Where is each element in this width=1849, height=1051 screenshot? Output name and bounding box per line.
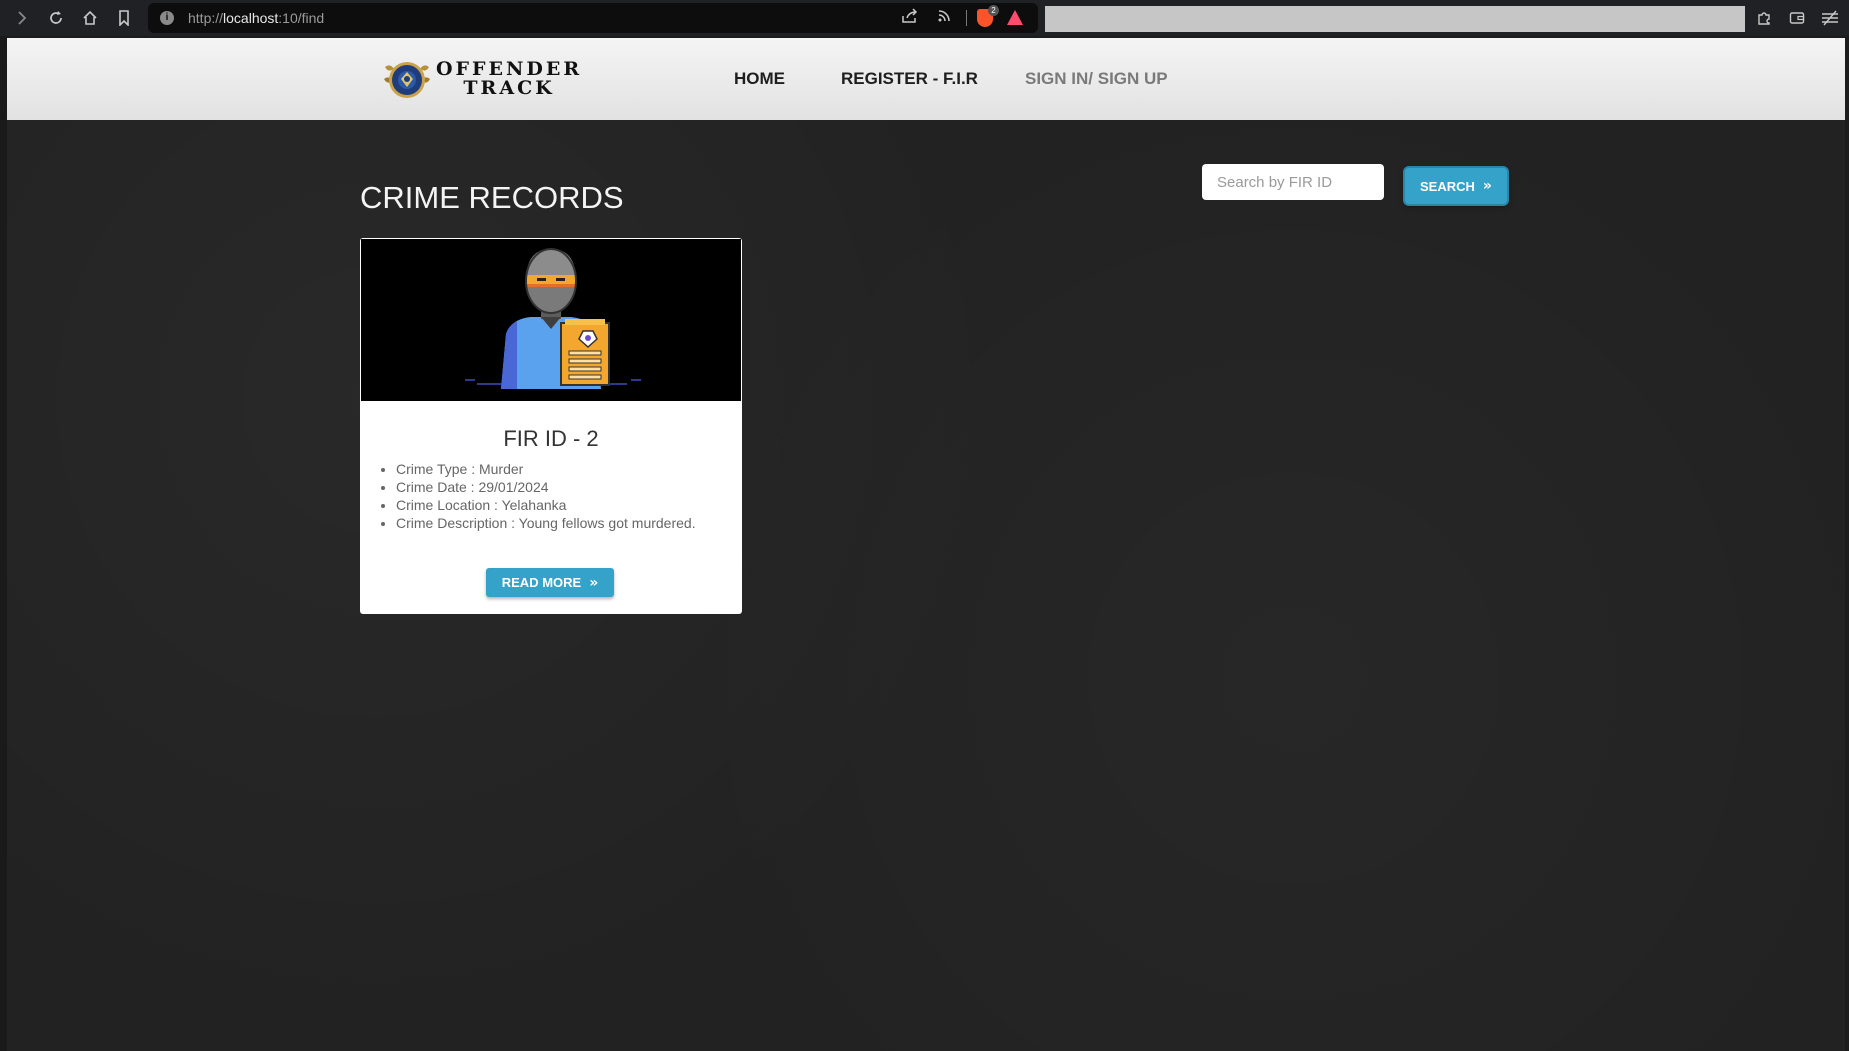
address-bar-divider bbox=[966, 10, 967, 26]
window-edge bbox=[0, 36, 7, 1051]
menu-icon[interactable] bbox=[1818, 6, 1842, 30]
double-chevron-right-icon: » bbox=[1482, 178, 1492, 194]
search-button[interactable]: SEARCH » bbox=[1405, 168, 1507, 204]
read-more-label: READ MORE bbox=[501, 575, 582, 590]
shields-count-badge: 2 bbox=[988, 5, 999, 16]
nav-home[interactable]: HOME bbox=[734, 69, 785, 89]
browser-side-search-bar[interactable] bbox=[1045, 6, 1745, 32]
nav-register-fir[interactable]: REGISTER - F.I.R bbox=[841, 69, 978, 89]
crime-description: Crime Description : Young fellows got mu… bbox=[396, 514, 696, 532]
logo-wordmark: OFFENDER TRACK bbox=[436, 60, 582, 98]
search-button-label: SEARCH bbox=[1420, 178, 1475, 194]
extensions-icon[interactable] bbox=[1752, 6, 1776, 30]
brave-rewards-icon[interactable] bbox=[1007, 10, 1023, 25]
wallet-icon[interactable] bbox=[1785, 6, 1809, 30]
read-more-button[interactable]: READ MORE » bbox=[486, 568, 614, 597]
page-title: CRIME RECORDS bbox=[360, 180, 624, 215]
address-bar[interactable]: i http://localhost:10/find 2 bbox=[148, 3, 1038, 33]
home-icon[interactable] bbox=[78, 6, 102, 30]
fir-search-input[interactable] bbox=[1202, 164, 1384, 200]
rss-icon[interactable] bbox=[934, 8, 954, 28]
site-info-icon[interactable]: i bbox=[160, 11, 174, 25]
crime-record-card: FIR ID - 2 Crime Type : Murder Crime Dat… bbox=[360, 238, 742, 614]
bookmark-icon[interactable] bbox=[112, 6, 136, 30]
crime-date: Crime Date : 29/01/2024 bbox=[396, 478, 696, 496]
browser-toolbar: i http://localhost:10/find 2 bbox=[0, 0, 1849, 36]
forward-icon[interactable] bbox=[10, 6, 34, 30]
criminal-with-case-file-icon bbox=[361, 239, 741, 401]
card-title: FIR ID - 2 bbox=[503, 426, 599, 451]
site-logo[interactable]: OFFENDER TRACK bbox=[382, 57, 582, 101]
site-header: OFFENDER TRACK HOME REGISTER - F.I.R SIG… bbox=[7, 38, 1845, 120]
double-chevron-right-icon: » bbox=[589, 574, 599, 591]
main-content: CRIME RECORDS SEARCH » bbox=[7, 120, 1845, 1051]
share-icon[interactable] bbox=[900, 8, 920, 28]
reload-icon[interactable] bbox=[44, 6, 68, 30]
crime-type: Crime Type : Murder bbox=[396, 460, 696, 478]
crime-location: Crime Location : Yelahanka bbox=[396, 496, 696, 514]
card-details-list: Crime Type : Murder Crime Date : 29/01/2… bbox=[378, 460, 696, 532]
police-badge-icon bbox=[382, 57, 432, 101]
url-text[interactable]: http://localhost:10/find bbox=[188, 10, 324, 26]
logo-line-track: TRACK bbox=[463, 77, 555, 99]
nav-sign-in-sign-up[interactable]: SIGN IN/ SIGN UP bbox=[1025, 69, 1168, 89]
